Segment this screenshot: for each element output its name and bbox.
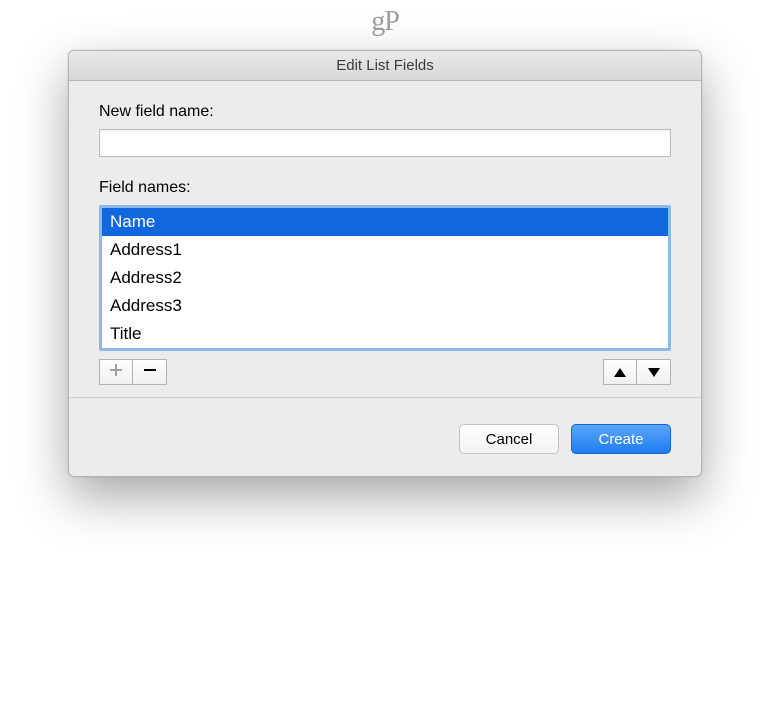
create-button[interactable]: Create	[571, 424, 671, 454]
arrow-down-icon	[648, 368, 660, 377]
divider	[69, 397, 701, 398]
new-field-name-label: New field name:	[99, 103, 671, 121]
remove-field-button[interactable]	[133, 359, 167, 385]
list-item[interactable]: Title	[102, 320, 668, 348]
list-item[interactable]: Address1	[102, 236, 668, 264]
list-item[interactable]: Address2	[102, 264, 668, 292]
watermark-text: gP	[371, 6, 399, 38]
list-item[interactable]: Name	[102, 208, 668, 236]
move-down-button[interactable]	[637, 359, 671, 385]
dialog-content: New field name: Field names: Name Addres…	[69, 81, 701, 406]
minus-icon	[144, 363, 156, 381]
cancel-button[interactable]: Cancel	[459, 424, 559, 454]
move-up-button[interactable]	[603, 359, 637, 385]
dialog-footer: Cancel Create	[69, 406, 701, 476]
dialog-title: Edit List Fields	[69, 51, 701, 81]
add-field-button[interactable]	[99, 359, 133, 385]
arrow-up-icon	[614, 368, 626, 377]
list-controls	[99, 359, 671, 385]
plus-icon	[110, 363, 122, 381]
new-field-name-input[interactable]	[99, 129, 671, 157]
add-remove-group	[99, 359, 167, 385]
list-item[interactable]: Address3	[102, 292, 668, 320]
field-names-label: Field names:	[99, 179, 671, 197]
field-names-listbox[interactable]: Name Address1 Address2 Address3 Title	[99, 205, 671, 351]
edit-list-fields-dialog: Edit List Fields New field name: Field n…	[68, 50, 702, 477]
reorder-group	[603, 359, 671, 385]
